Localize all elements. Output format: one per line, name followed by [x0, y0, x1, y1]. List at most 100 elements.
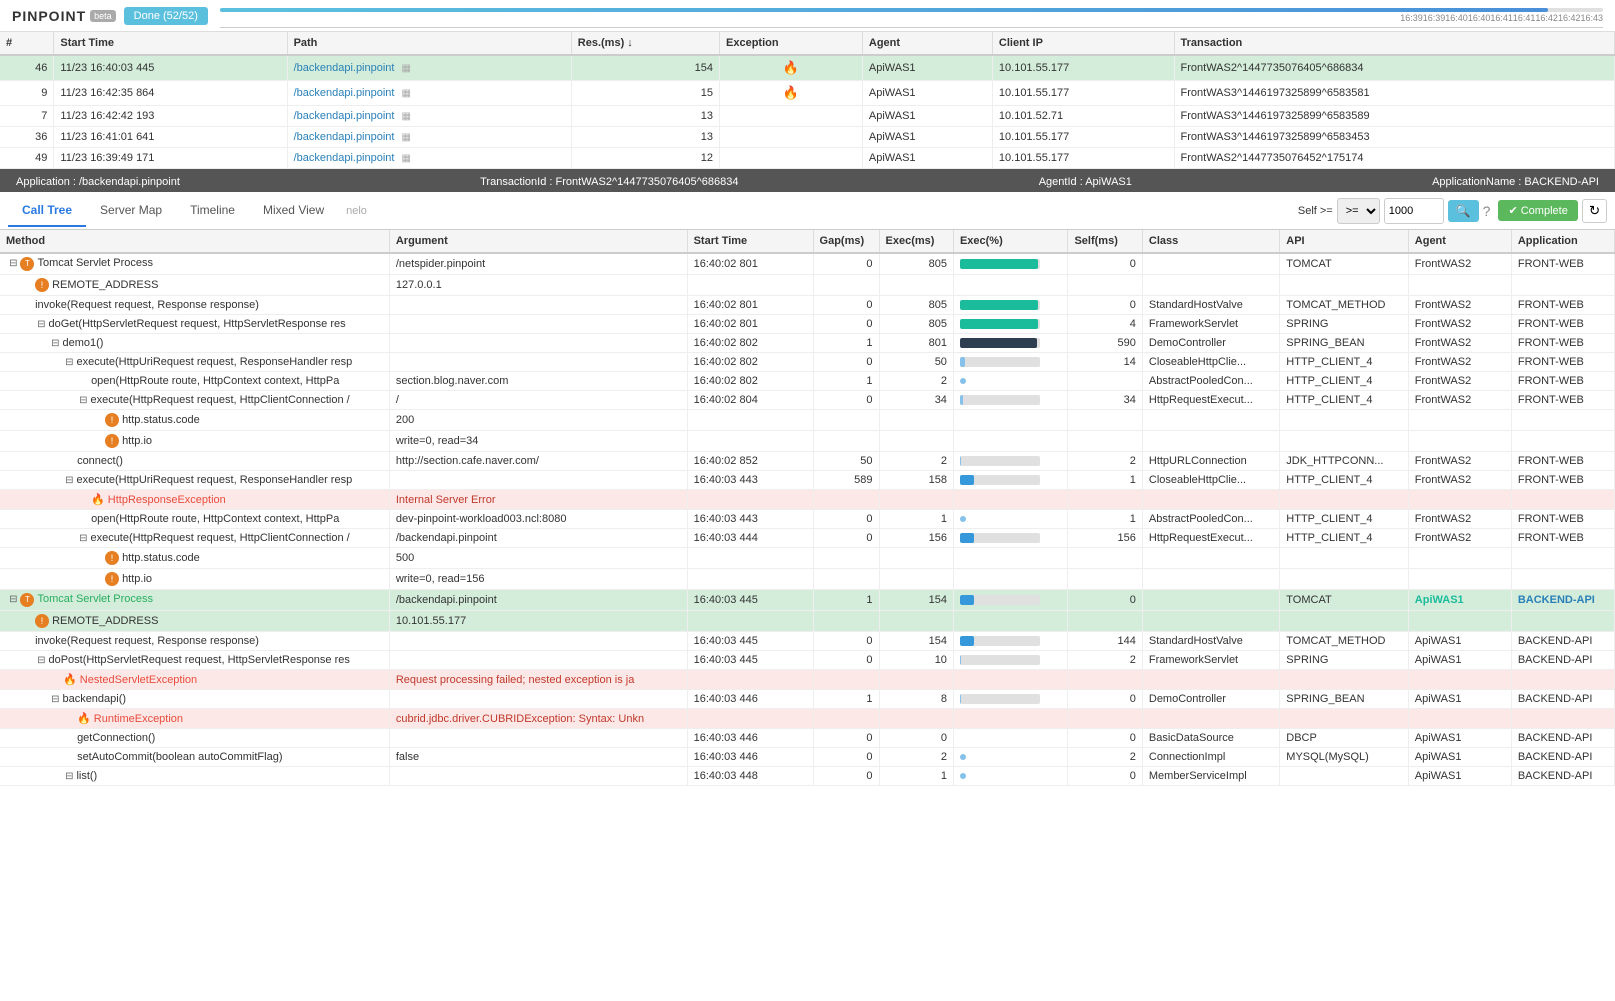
list-item[interactable]: !REMOTE_ADDRESS 127.0.0.1 — [0, 275, 1615, 296]
ct-self — [1068, 670, 1142, 690]
list-item[interactable]: ⊟demo1() 16:40:02 802 1 801 590 DemoCont… — [0, 334, 1615, 353]
expand-icon[interactable]: ⊟ — [37, 319, 45, 330]
cell-client-ip: 10.101.55.177 — [992, 81, 1174, 106]
fire-icon: 🔥 — [63, 674, 77, 686]
ct-self — [1068, 410, 1142, 431]
tab-call-tree[interactable]: Call Tree — [8, 195, 86, 227]
ct-start: 16:40:03 445 — [687, 632, 813, 651]
ct-class — [1142, 611, 1279, 632]
expand-icon[interactable]: ⊟ — [65, 475, 73, 486]
info-icon: ! — [105, 551, 119, 565]
self-operator-select[interactable]: >= > = — [1337, 198, 1380, 224]
table-row[interactable]: 9 11/23 16:42:35 864 /backendapi.pinpoin… — [0, 81, 1615, 106]
list-item[interactable]: !http.status.code 200 — [0, 410, 1615, 431]
expand-icon[interactable]: ⊟ — [79, 533, 87, 544]
list-item[interactable]: ⊟doPost(HttpServletRequest request, Http… — [0, 651, 1615, 670]
ct-api: DBCP — [1280, 729, 1409, 748]
tab-server-map[interactable]: Server Map — [86, 195, 176, 227]
tab-mixed-view[interactable]: Mixed View — [249, 195, 338, 227]
expand-icon[interactable]: ⊟ — [51, 338, 59, 349]
cell-num: 49 — [0, 148, 54, 169]
list-item[interactable]: 🔥RuntimeException cubrid.jdbc.driver.CUB… — [0, 709, 1615, 729]
ct-application: FRONT-WEB — [1511, 296, 1614, 315]
ct-exec-pct — [953, 569, 1068, 590]
list-item[interactable]: invoke(Request request, Response respons… — [0, 632, 1615, 651]
list-item[interactable]: !http.io write=0, read=34 — [0, 431, 1615, 452]
ct-method: invoke(Request request, Response respons… — [0, 632, 389, 651]
list-item[interactable]: ⊟TTomcat Servlet Process /backendapi.pin… — [0, 590, 1615, 611]
list-item[interactable]: setAutoCommit(boolean autoCommitFlag) fa… — [0, 748, 1615, 767]
list-item[interactable]: getConnection() 16:40:03 446 0 0 0 Basic… — [0, 729, 1615, 748]
help-button[interactable]: ? — [1483, 203, 1491, 219]
expand-icon[interactable]: ⊟ — [51, 694, 59, 705]
table-row[interactable]: 46 11/23 16:40:03 445 /backendapi.pinpoi… — [0, 55, 1615, 81]
expand-icon[interactable]: ⊟ — [79, 395, 87, 406]
exec-bar — [960, 300, 1040, 310]
list-item[interactable]: ⊟TTomcat Servlet Process /netspider.pinp… — [0, 253, 1615, 275]
table-row[interactable]: 7 11/23 16:42:42 193 /backendapi.pinpoin… — [0, 106, 1615, 127]
ct-argument: cubrid.jdbc.driver.CUBRIDException: Synt… — [389, 709, 687, 729]
ct-col-agent: Agent — [1408, 230, 1511, 253]
ct-exec: 158 — [879, 471, 953, 490]
list-item[interactable]: connect() http://section.cafe.naver.com/… — [0, 452, 1615, 471]
tab-nelo[interactable]: nelo — [338, 205, 375, 217]
list-item[interactable]: ⊟list() 16:40:03 448 0 1 0 MemberService… — [0, 767, 1615, 786]
exec-bar — [960, 395, 1040, 405]
tab-timeline[interactable]: Timeline — [176, 195, 249, 227]
ct-exec — [879, 569, 953, 590]
ct-start: 16:40:02 802 — [687, 372, 813, 391]
ct-class: BasicDataSource — [1142, 729, 1279, 748]
expand-icon[interactable]: ⊟ — [9, 594, 17, 605]
list-item[interactable]: 🔥NestedServletException Request processi… — [0, 670, 1615, 690]
list-item[interactable]: ⊟backendapi() 16:40:03 446 1 8 0 DemoCon… — [0, 690, 1615, 709]
cell-res: 154 — [571, 55, 719, 81]
ct-class: HttpURLConnection — [1142, 452, 1279, 471]
ct-agent: FrontWAS2 — [1408, 253, 1511, 275]
search-button[interactable]: 🔍 — [1448, 200, 1479, 222]
table-row[interactable]: 49 11/23 16:39:49 171 /backendapi.pinpoi… — [0, 148, 1615, 169]
ct-exec: 50 — [879, 353, 953, 372]
done-button[interactable]: Done (52/52) — [124, 7, 208, 25]
ct-api — [1280, 569, 1409, 590]
self-value-input[interactable] — [1384, 198, 1444, 224]
ct-exec: 801 — [879, 334, 953, 353]
ct-exec-pct — [953, 690, 1068, 709]
ct-application: FRONT-WEB — [1511, 372, 1614, 391]
list-item[interactable]: ⊟execute(HttpUriRequest request, Respons… — [0, 353, 1615, 372]
exec-bar — [960, 456, 1040, 466]
list-item[interactable]: !REMOTE_ADDRESS 10.101.55.177 — [0, 611, 1615, 632]
table-row[interactable]: 36 11/23 16:41:01 641 /backendapi.pinpoi… — [0, 127, 1615, 148]
list-item[interactable]: !http.status.code 500 — [0, 548, 1615, 569]
list-item[interactable]: ⊟execute(HttpUriRequest request, Respons… — [0, 471, 1615, 490]
list-item[interactable]: !http.io write=0, read=156 — [0, 569, 1615, 590]
ct-exec: 2 — [879, 748, 953, 767]
method-name: REMOTE_ADDRESS — [52, 615, 158, 627]
ct-argument — [389, 767, 687, 786]
list-item[interactable]: open(HttpRoute route, HttpContext contex… — [0, 372, 1615, 391]
ct-class: DemoController — [1142, 690, 1279, 709]
ct-gap — [813, 275, 879, 296]
col-client-ip: Client IP — [992, 32, 1174, 55]
ct-start: 16:40:02 804 — [687, 391, 813, 410]
method-name: doGet(HttpServletRequest request, HttpSe… — [48, 318, 345, 330]
list-item[interactable]: ⊟execute(HttpRequest request, HttpClient… — [0, 529, 1615, 548]
col-res: Res.(ms) ↓ — [571, 32, 719, 55]
method-name: http.io — [122, 573, 152, 585]
expand-icon[interactable]: ⊟ — [65, 771, 73, 782]
info-icon: ! — [35, 278, 49, 292]
list-item[interactable]: ⊟execute(HttpRequest request, HttpClient… — [0, 391, 1615, 410]
ct-exec — [879, 410, 953, 431]
complete-button[interactable]: ✔ Complete — [1498, 200, 1577, 221]
list-item[interactable]: 🔥HttpResponseException Internal Server E… — [0, 490, 1615, 510]
ct-exec-pct — [953, 670, 1068, 690]
list-item[interactable]: invoke(Request request, Response respons… — [0, 296, 1615, 315]
expand-icon[interactable]: ⊟ — [9, 258, 17, 269]
ct-agent — [1408, 490, 1511, 510]
refresh-button[interactable]: ↻ — [1582, 199, 1607, 223]
ct-self: 2 — [1068, 748, 1142, 767]
list-item[interactable]: open(HttpRoute route, HttpContext contex… — [0, 510, 1615, 529]
ct-argument — [389, 729, 687, 748]
expand-icon[interactable]: ⊟ — [37, 655, 45, 666]
expand-icon[interactable]: ⊟ — [65, 357, 73, 368]
list-item[interactable]: ⊟doGet(HttpServletRequest request, HttpS… — [0, 315, 1615, 334]
